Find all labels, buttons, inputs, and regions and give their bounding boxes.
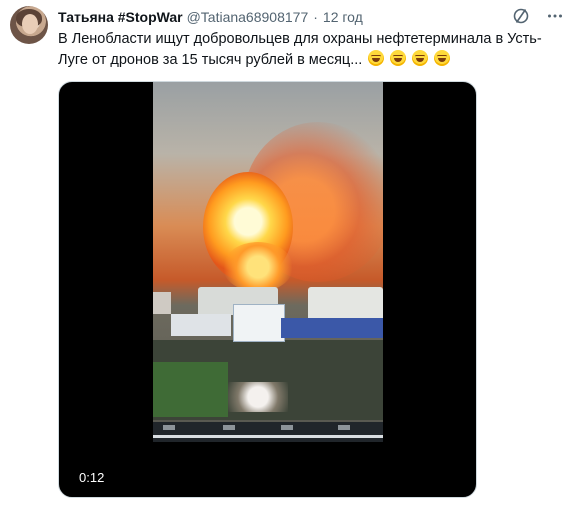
fire-base [223, 242, 293, 292]
display-name[interactable]: Татьяна #StopWar [58, 9, 183, 25]
storage-tank [308, 287, 383, 319]
grinning-squinting-face-icon [390, 50, 407, 66]
timeline-tick [223, 425, 235, 430]
tweet-header: Татьяна #StopWar @Tatiana68908177 · 12 г… [58, 8, 363, 26]
tweet-body: В Ленобласти ищут добровольцев для охран… [58, 31, 542, 68]
user-handle[interactable]: @Tatiana68908177 [187, 9, 309, 25]
video-frame-explosion[interactable] [153, 82, 383, 442]
tweet-text: В Ленобласти ищут добровольцев для охран… [58, 29, 563, 71]
timeline-tick [281, 425, 293, 430]
building [233, 304, 285, 342]
storage-tank [153, 292, 171, 314]
timeline-tick [163, 425, 175, 430]
more-dots-icon[interactable] [545, 6, 565, 26]
building [171, 314, 231, 336]
separator-dot: · [313, 9, 318, 25]
video-duration: 0:12 [79, 470, 105, 485]
grass-field [153, 362, 228, 417]
header-actions [511, 6, 565, 26]
embedded-timeline [153, 422, 383, 442]
avatar[interactable] [10, 6, 48, 44]
tweet-timestamp[interactable]: 12 год [323, 9, 363, 25]
slash-circle-icon[interactable] [511, 6, 531, 26]
avatar-face [22, 14, 38, 34]
video-player[interactable]: 0:12 [58, 81, 477, 498]
timeline-line [153, 435, 383, 438]
tweet-card[interactable]: Татьяна #StopWar @Tatiana68908177 · 12 г… [0, 0, 575, 507]
building [281, 318, 383, 338]
timeline-tick [338, 425, 350, 430]
grinning-squinting-face-icon [368, 50, 385, 66]
smoke-cloud [228, 382, 288, 412]
grinning-squinting-face-icon [434, 50, 451, 66]
grinning-squinting-face-icon [412, 50, 429, 66]
